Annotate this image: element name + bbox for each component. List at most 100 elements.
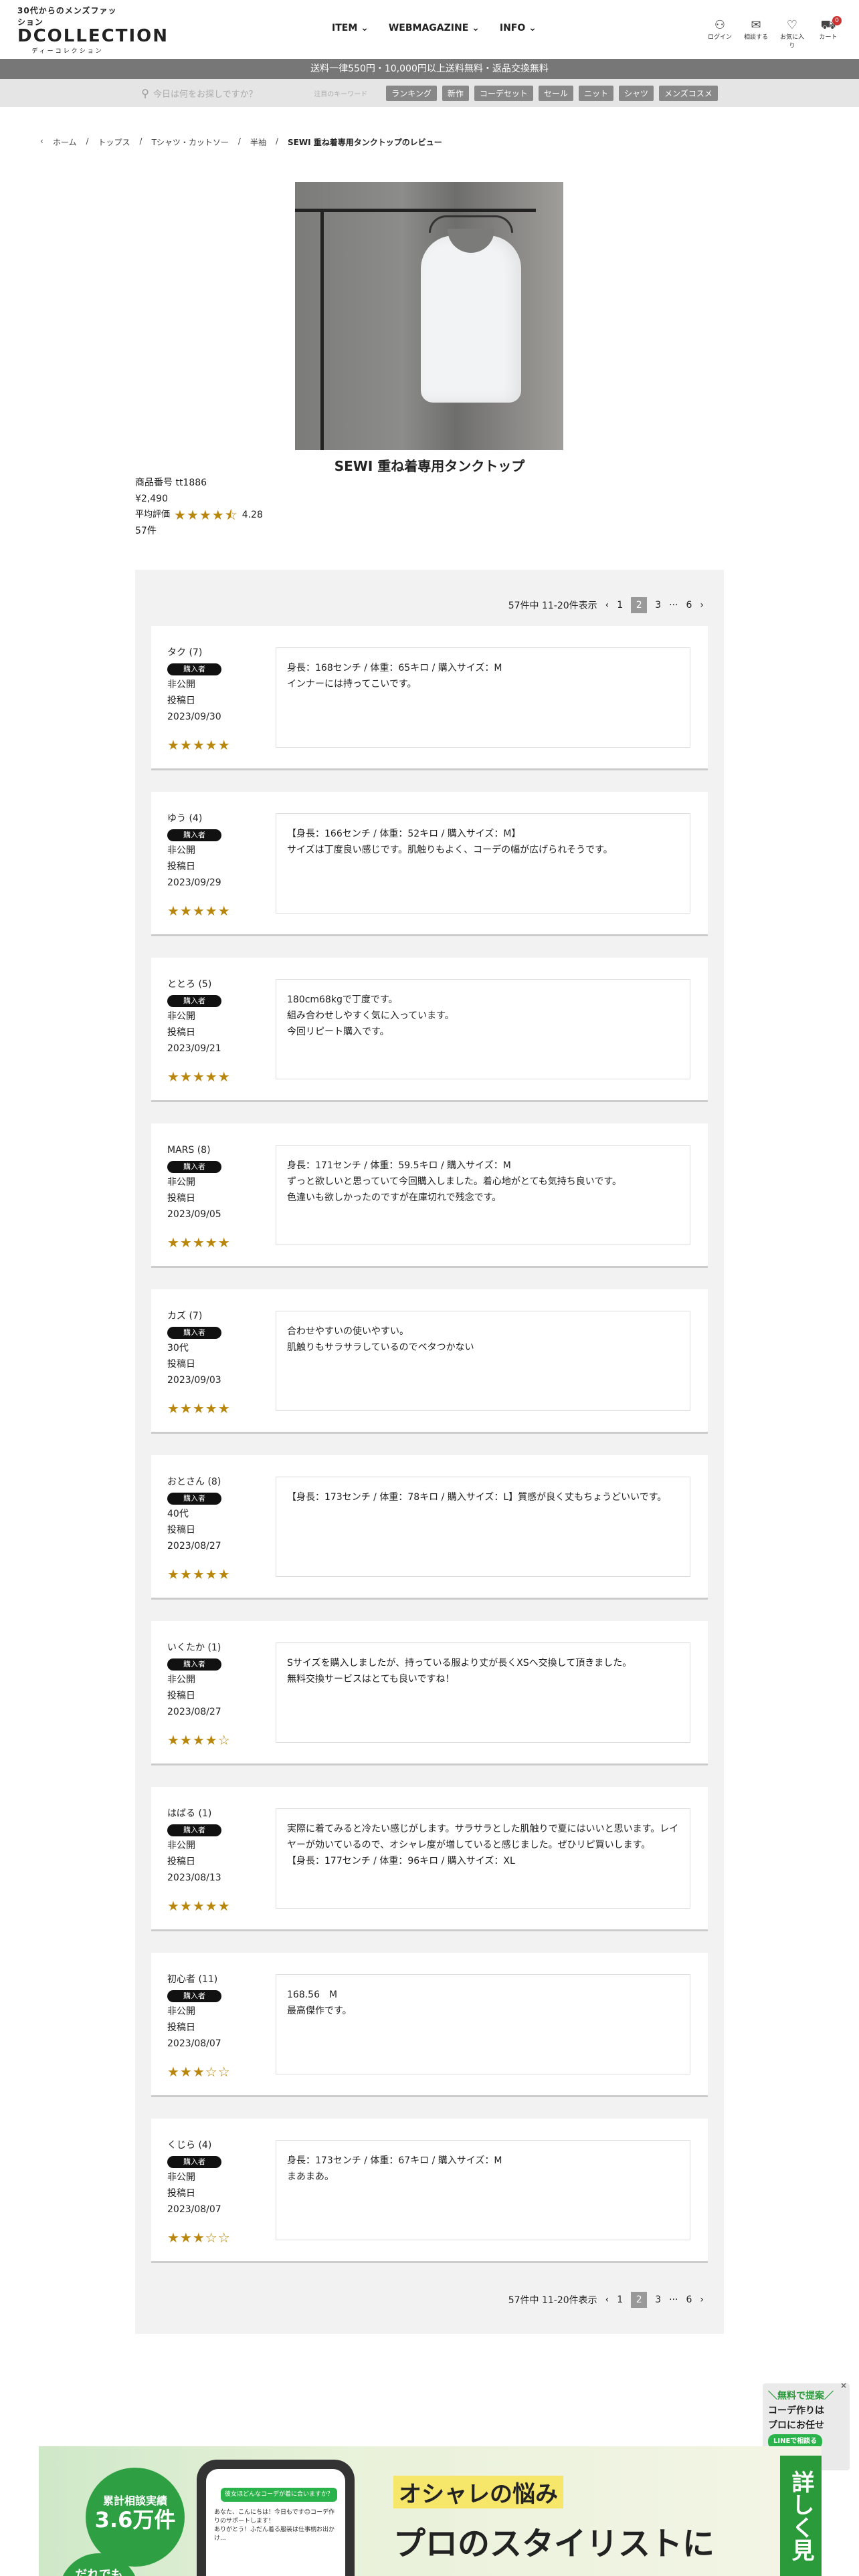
phone-chat-reply: ありがとう！ふだん着る服装は仕事柄お出かけ... bbox=[214, 2527, 335, 2542]
favorites-label: お気に入り bbox=[779, 34, 804, 49]
review-stars: ★★★★★ bbox=[167, 1898, 231, 1914]
posted-label: 投稿日 bbox=[167, 2022, 195, 2033]
product-price: ¥2,490 bbox=[135, 494, 168, 504]
posted-label: 投稿日 bbox=[167, 861, 195, 872]
nav-item-item[interactable]: ITEM ⌄ bbox=[332, 23, 369, 33]
review-date: 2023/09/21 bbox=[167, 1043, 221, 1054]
pagination-page-6[interactable]: 6 bbox=[686, 2294, 692, 2305]
review-stars: ★★★★★ bbox=[167, 1566, 231, 1582]
cart-count-badge: 0 bbox=[832, 16, 842, 25]
review-stars: ★★★★★ bbox=[167, 1235, 231, 1251]
banner-detail-button[interactable]: 詳しく見 bbox=[780, 2456, 822, 2576]
phone-chat-header: 彼女ほどんなコーデが着に合いますか？ bbox=[221, 2488, 337, 2502]
pagination-page-1[interactable]: 1 bbox=[617, 600, 623, 611]
review-user: ととろ (5) 購入者 非公開 投稿日 2023/09/21 bbox=[167, 976, 248, 1057]
posted-label: 投稿日 bbox=[167, 1027, 195, 1038]
review-date: 2023/09/05 bbox=[167, 1209, 221, 1220]
review-user: カズ (7) 購入者 30代 投稿日 2023/09/03 bbox=[167, 1308, 248, 1388]
back-chevron-icon[interactable]: ‹ bbox=[40, 136, 43, 148]
review-card: タク (7) 購入者 非公開 投稿日 2023/09/30 ★★★★★ 身長：168センチ … bbox=[151, 626, 708, 770]
review-text: 【身長：166センチ / 体重：52キロ / 購入サイズ：M】 サイズは丁度良い… bbox=[276, 813, 690, 914]
reviewer-name: いくたか (1) bbox=[167, 1642, 221, 1653]
review-date: 2023/09/03 bbox=[167, 1375, 221, 1386]
review-date: 2023/08/07 bbox=[167, 2204, 221, 2215]
review-text: 【身長：173センチ / 体重：78キロ / 購入サイズ：L】質感が良く丈もちょ… bbox=[276, 1477, 690, 1577]
reviewer-age: 非公開 bbox=[167, 1177, 195, 1188]
reviewer-age: 非公開 bbox=[167, 1011, 195, 1022]
reviewer-name: MARS (8) bbox=[167, 1145, 211, 1156]
pagination-page-3[interactable]: 3 bbox=[655, 600, 661, 611]
breadcrumb-short-sleeve[interactable]: 半袖 bbox=[250, 136, 266, 148]
product-meta: 商品番号 tt1886 ¥2,490 平均評価 ★★★★⯪ 4.28 57件 bbox=[135, 475, 263, 539]
login-button[interactable]: ⚇ ログイン bbox=[705, 19, 735, 49]
widget-line3: プロにお任せ bbox=[768, 2420, 824, 2431]
pagination-summary: 57件中 11-20件表示 bbox=[508, 601, 597, 611]
cart-button[interactable]: ⛟ カート 0 bbox=[814, 16, 843, 49]
review-count: 57件 bbox=[135, 526, 157, 536]
posted-label: 投稿日 bbox=[167, 1525, 195, 1535]
search-input[interactable]: ⚲ 今日は何をお探しですか？ bbox=[141, 84, 268, 102]
pagination-bottom: 57件中 11-20件表示 ‹ 1 2 3 ··· 6 › bbox=[508, 2290, 724, 2310]
product-code: 商品番号 tt1886 bbox=[135, 477, 207, 488]
favorites-button[interactable]: ♡ お気に入り bbox=[777, 19, 807, 50]
widget-line1: ＼無料で提案／ bbox=[768, 2391, 834, 2401]
review-card: いくたか (1) 購入者 非公開 投稿日 2023/08/27 ★★★★☆ Sサイズを購入し… bbox=[151, 1621, 708, 1765]
review-user: 初心者 (11) 購入者 非公開 投稿日 2023/08/07 bbox=[167, 1971, 248, 2052]
buyer-badge: 購入者 bbox=[167, 1327, 221, 1339]
nav-item-webmagazine[interactable]: WEBMAGAZINE ⌄ bbox=[389, 23, 480, 33]
review-date: 2023/09/29 bbox=[167, 877, 221, 888]
site-logo[interactable]: 30代からのメンズファッション DCOLLECTION ディーコレクション bbox=[17, 5, 169, 55]
pagination-page-2: 2 bbox=[631, 2292, 648, 2308]
reviewer-name: はばる (1) bbox=[167, 1808, 212, 1819]
keyword-shirt[interactable]: シャツ bbox=[618, 85, 654, 101]
nav-item-info[interactable]: INFO ⌄ bbox=[500, 23, 537, 33]
search-bar: ⚲ 今日は何をお探しですか？ 注目のキーワード ランキング 新作 コーデセット … bbox=[0, 79, 859, 107]
product-image[interactable] bbox=[295, 182, 563, 450]
pagination-next[interactable]: › bbox=[700, 2294, 704, 2305]
review-stars: ★★★★★ bbox=[167, 903, 231, 919]
site-header: 30代からのメンズファッション DCOLLECTION ディーコレクション IT… bbox=[0, 0, 859, 59]
pagination-next[interactable]: › bbox=[700, 600, 704, 611]
average-value: 4.28 bbox=[242, 510, 263, 520]
pagination-prev[interactable]: ‹ bbox=[605, 2294, 609, 2305]
keyword-knit[interactable]: ニット bbox=[578, 85, 613, 101]
widget-line2: コーデ作りは bbox=[768, 2405, 824, 2416]
review-date: 2023/08/27 bbox=[167, 1707, 221, 1717]
buyer-badge: 購入者 bbox=[167, 1658, 221, 1671]
pagination-page-1[interactable]: 1 bbox=[617, 2294, 623, 2305]
review-date: 2023/08/27 bbox=[167, 1541, 221, 1551]
reviewer-age: 40代 bbox=[167, 1509, 189, 1519]
keyword-mens-cosme[interactable]: メンズコスメ bbox=[658, 85, 718, 101]
product-name[interactable]: SEWI 重ね着専用タンクトップ bbox=[0, 455, 859, 475]
review-list: 57件中 11-20件表示 ‹ 1 2 3 ··· 6 › タク (7) 購入者非… bbox=[135, 570, 724, 2334]
search-placeholder: 今日は何をお探しですか？ bbox=[153, 89, 258, 100]
keyword-new[interactable]: 新作 bbox=[442, 85, 469, 101]
review-text: Sサイズを購入しましたが、持っている服より丈が長くXSへ交換して頂きました。 無… bbox=[276, 1642, 690, 1743]
close-icon[interactable]: × bbox=[840, 2378, 847, 2393]
review-card: カズ (7) 購入者 30代 投稿日 2023/09/03 ★★★★★ 合わせやすいの使いや… bbox=[151, 1289, 708, 1434]
reviewer-name: 初心者 (11) bbox=[167, 1974, 218, 1985]
breadcrumb-tshirts[interactable]: Tシャツ・カットソー bbox=[152, 136, 229, 148]
pagination-page-3[interactable]: 3 bbox=[655, 2294, 661, 2305]
keyword-sale[interactable]: セール bbox=[538, 85, 573, 101]
review-text: 身長：171センチ / 体重：59.5キロ / 購入サイズ：M ずっと欲しいと思… bbox=[276, 1145, 690, 1245]
pagination-page-2: 2 bbox=[631, 597, 648, 613]
keyword-ranking[interactable]: ランキング bbox=[386, 85, 437, 101]
buyer-badge: 購入者 bbox=[167, 995, 221, 1007]
buyer-badge: 購入者 bbox=[167, 1493, 221, 1505]
keyword-coordinate-set[interactable]: コーデセット bbox=[474, 85, 533, 101]
breadcrumb-tops[interactable]: トップス bbox=[98, 136, 130, 148]
review-user: いくたか (1) 購入者 非公開 投稿日 2023/08/27 bbox=[167, 1640, 248, 1720]
consult-button[interactable]: ✉ 相談する bbox=[741, 19, 771, 49]
breadcrumb-home[interactable]: ホーム bbox=[53, 136, 77, 148]
pagination-prev[interactable]: ‹ bbox=[605, 600, 609, 611]
average-stars: ★★★★⯪ bbox=[174, 507, 238, 523]
breadcrumb-current: SEWI 重ね着専用タンクトップのレビュー bbox=[288, 138, 442, 147]
review-user: MARS (8) 購入者 非公開 投稿日 2023/09/05 bbox=[167, 1142, 248, 1222]
buyer-badge: 購入者 bbox=[167, 1824, 221, 1836]
pagination-page-6[interactable]: 6 bbox=[686, 600, 692, 611]
stylist-banner[interactable]: 累計相談実績 3.6万件 だれでも 彼女ほどんなコーデが着に合いますか？ あなた… bbox=[39, 2446, 822, 2576]
logo-text: DCOLLECTION bbox=[17, 25, 169, 46]
reviewer-name: くじら (4) bbox=[167, 2140, 212, 2151]
global-nav: ITEM ⌄ WEBMAGAZINE ⌄ INFO ⌄ bbox=[332, 23, 537, 33]
